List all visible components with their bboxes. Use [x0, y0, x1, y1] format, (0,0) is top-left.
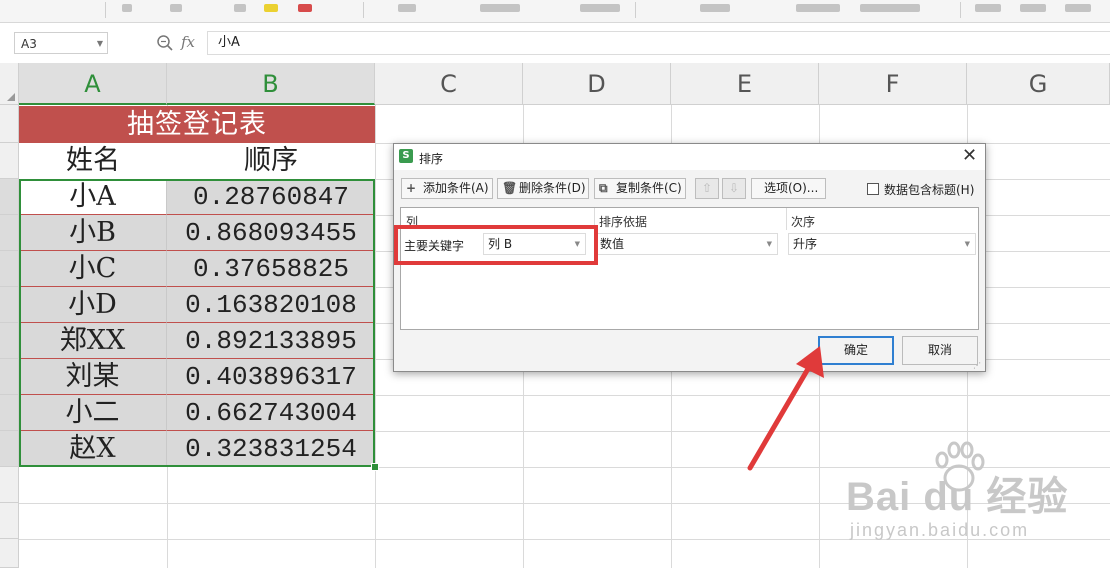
row-header[interactable] [0, 323, 19, 359]
resize-grip-icon[interactable]: ⋰ [973, 361, 983, 371]
header-separator [786, 208, 787, 230]
chevron-down-icon[interactable]: ▼ [767, 234, 772, 254]
row-header[interactable] [0, 359, 19, 395]
arrow-up-icon: ⇧ [701, 181, 713, 195]
ribbon-icon[interactable] [860, 4, 920, 12]
row-header[interactable] [0, 431, 19, 467]
fill-color-icon[interactable] [264, 4, 278, 12]
ribbon-icon[interactable] [170, 4, 182, 12]
ribbon-icon[interactable] [234, 4, 246, 12]
watermark-text: Bai du 经验 [846, 475, 1069, 519]
formula-input[interactable]: 小A [207, 31, 1110, 55]
row-header[interactable] [0, 287, 19, 323]
ribbon-icon[interactable] [700, 4, 730, 12]
row-header[interactable] [0, 395, 19, 431]
ribbon-icon[interactable] [480, 4, 520, 12]
select-all-corner[interactable] [0, 63, 19, 105]
chevron-down-icon[interactable]: ▼ [965, 234, 970, 254]
highlight-box [394, 225, 598, 265]
row-header[interactable] [0, 467, 19, 503]
ribbon-separator [635, 2, 636, 18]
name-box[interactable]: A3 ▼ [14, 32, 108, 54]
font-color-icon[interactable] [298, 4, 312, 12]
column-header-d[interactable]: D [523, 63, 671, 105]
ribbon-icon[interactable] [398, 4, 416, 12]
delete-condition-button[interactable]: 🗑 删除条件(D) [497, 178, 589, 199]
ribbon-separator [363, 2, 364, 18]
move-up-button[interactable]: ⇧ [695, 178, 719, 199]
dialog-titlebar[interactable]: S 排序 ✕ [394, 144, 985, 170]
sort-on-select-value: 数值 [600, 237, 625, 251]
row-header[interactable] [0, 179, 19, 215]
column-header-f[interactable]: F [819, 63, 967, 105]
watermark: Bai du 经验 jingyan.baidu.com [838, 440, 1108, 550]
cancel-button[interactable]: 取消 [902, 336, 978, 365]
ribbon-icon[interactable] [796, 4, 840, 12]
ribbon-icon[interactable] [122, 4, 132, 12]
table-title-cell[interactable]: 抽签登记表 [19, 106, 375, 143]
ribbon-toolbar [0, 0, 1110, 23]
copy-condition-label: 复制条件(C) [616, 181, 682, 195]
copy-icon: ⧉ [599, 181, 608, 195]
column-header-a[interactable]: A [19, 63, 167, 105]
ribbon-separator [960, 2, 961, 18]
header-cell-name[interactable]: 姓名 [19, 143, 167, 179]
ribbon-icon[interactable] [1020, 4, 1046, 12]
close-icon[interactable]: ✕ [962, 147, 977, 165]
add-condition-button[interactable]: + 添加条件(A) [401, 178, 493, 199]
ribbon-icon[interactable] [1065, 4, 1091, 12]
row-header[interactable] [0, 105, 19, 143]
order-select[interactable]: 升序 ▼ [788, 233, 976, 255]
delete-condition-label: 删除条件(D) [519, 181, 586, 195]
plus-icon: + [406, 181, 417, 195]
selection-border [19, 179, 375, 467]
has-header-label: 数据包含标题(H) [884, 183, 975, 197]
sort-on-select[interactable]: 数值 ▼ [595, 233, 778, 255]
row-header[interactable] [0, 503, 19, 539]
has-header-checkbox[interactable] [867, 183, 879, 195]
column-header-g[interactable]: G [967, 63, 1110, 105]
ribbon-icon[interactable] [975, 4, 1001, 12]
row-header[interactable] [0, 143, 19, 179]
zoom-icon[interactable] [156, 34, 174, 52]
ribbon-separator [105, 2, 106, 18]
move-down-button[interactable]: ⇩ [722, 178, 746, 199]
copy-condition-button[interactable]: ⧉ 复制条件(C) [594, 178, 686, 199]
name-box-value: A3 [21, 37, 37, 51]
fx-icon[interactable]: fx [181, 33, 195, 51]
sort-on-header-label: 排序依据 [599, 215, 648, 229]
trash-icon: 🗑 [502, 181, 518, 195]
watermark-url: jingyan.baidu.com [850, 520, 1030, 540]
ribbon-icon[interactable] [580, 4, 620, 12]
column-header-c[interactable]: C [375, 63, 523, 105]
row-header[interactable] [0, 215, 19, 251]
column-header-e[interactable]: E [671, 63, 819, 105]
wps-logo-icon: S [399, 149, 413, 163]
options-button[interactable]: 选项(O)... [751, 178, 826, 199]
has-header-option[interactable]: 数据包含标题(H) [867, 181, 974, 198]
order-header-label: 次序 [791, 215, 816, 229]
arrow-down-icon: ⇩ [728, 181, 740, 195]
gridline [375, 105, 376, 568]
chevron-down-icon[interactable]: ▼ [97, 33, 103, 55]
order-select-value: 升序 [793, 237, 818, 251]
row-header[interactable] [0, 539, 19, 568]
header-cell-order[interactable]: 顺序 [167, 143, 375, 179]
row-header[interactable] [0, 251, 19, 287]
column-header-b[interactable]: B [167, 63, 375, 105]
add-condition-label: 添加条件(A) [423, 181, 489, 195]
dialog-title: 排序 [419, 152, 444, 166]
fill-handle[interactable] [371, 463, 379, 471]
annotation-arrow-icon [747, 346, 824, 471]
